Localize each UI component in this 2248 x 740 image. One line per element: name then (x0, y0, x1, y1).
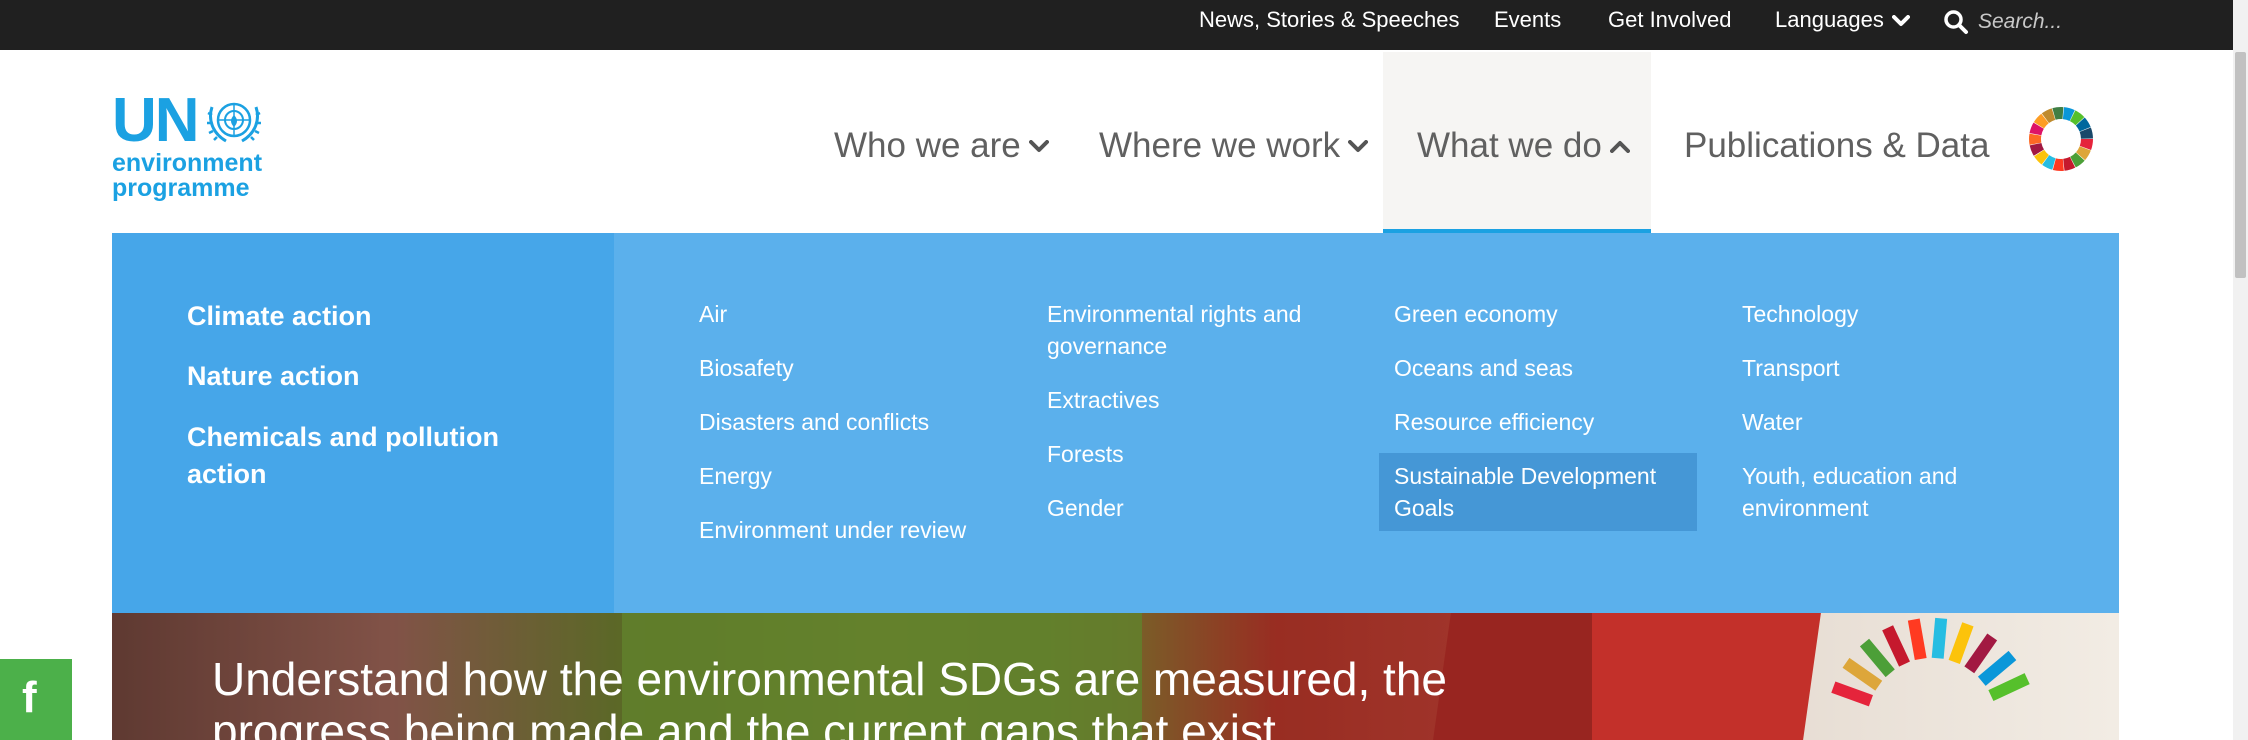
menu-link-youth-education[interactable]: Youth, education and environment (1742, 460, 2032, 524)
languages-dropdown[interactable]: Languages (1775, 0, 1910, 50)
menu-link-climate-action[interactable]: Climate action (187, 298, 527, 335)
page-scrollbar[interactable] (2233, 0, 2248, 740)
news-stories-speeches-link[interactable]: News, Stories & Speeches (1199, 0, 1459, 50)
menu-link-disasters-conflicts[interactable]: Disasters and conflicts (699, 406, 989, 438)
events-link[interactable]: Events (1494, 0, 1561, 50)
logo-wordmark-line1: environment (112, 149, 263, 177)
nav-where-we-work-label: Where we work (1099, 126, 1341, 165)
nav-what-we-do-label: What we do (1417, 126, 1602, 165)
menu-link-forests[interactable]: Forests (1047, 438, 1337, 470)
menu-link-oceans-seas[interactable]: Oceans and seas (1394, 352, 1684, 384)
utility-bar: News, Stories & Speeches Events Get Invo… (0, 0, 2248, 50)
menu-link-extractives[interactable]: Extractives (1047, 384, 1337, 416)
hero-image-sdg-fan (1831, 617, 2030, 707)
get-involved-link[interactable]: Get Involved (1608, 0, 1732, 50)
menu-link-resource-efficiency[interactable]: Resource efficiency (1394, 406, 1684, 438)
hero-banner: Understand how the environmental SDGs ar… (112, 613, 2119, 740)
menu-link-air[interactable]: Air (699, 298, 989, 330)
menu-link-environmental-rights[interactable]: Environmental rights and governance (1047, 298, 1337, 362)
languages-label: Languages (1775, 7, 1884, 32)
menu-link-technology[interactable]: Technology (1742, 298, 2032, 330)
logo-wordmark-line2: programme (112, 174, 250, 202)
menu-link-sustainable-development-goals[interactable]: Sustainable Development Goals (1394, 460, 1684, 524)
menu-link-energy[interactable]: Energy (699, 460, 989, 492)
chevron-up-icon (1609, 141, 1630, 154)
what-we-do-mega-menu: Climate action Nature action Chemicals a… (112, 233, 2119, 613)
facebook-icon: f (22, 673, 37, 722)
search-icon[interactable] (1943, 9, 1969, 35)
unep-logo[interactable]: UN environment programme (112, 90, 272, 204)
menu-link-water[interactable]: Water (1742, 406, 2032, 438)
facebook-share-button[interactable]: f (0, 659, 72, 740)
menu-link-biosafety[interactable]: Biosafety (699, 352, 989, 384)
nav-who-we-are-label: Who we are (834, 126, 1021, 165)
menu-link-nature-action[interactable]: Nature action (187, 358, 527, 395)
scrollbar-thumb[interactable] (2235, 52, 2246, 278)
menu-link-gender[interactable]: Gender (1047, 492, 1337, 524)
hero-headline: Understand how the environmental SDGs ar… (212, 653, 1447, 740)
chevron-down-icon (1348, 140, 1369, 153)
search-input[interactable] (1978, 6, 2088, 38)
menu-link-green-economy[interactable]: Green economy (1394, 298, 1684, 330)
logo-un-mark: UN (112, 86, 200, 155)
menu-link-environment-under-review[interactable]: Environment under review (699, 514, 989, 546)
nav-publications-data-label: Publications & Data (1684, 126, 1990, 165)
nav-where-we-work[interactable]: Where we work (1099, 52, 1369, 230)
nav-publications-data[interactable]: Publications & Data (1684, 52, 1989, 230)
un-emblem-icon (207, 102, 261, 143)
nav-who-we-are[interactable]: Who we are (834, 52, 1049, 230)
chevron-down-icon (1028, 140, 1049, 153)
menu-link-transport[interactable]: Transport (1742, 352, 2032, 384)
nav-what-we-do[interactable]: What we do (1417, 52, 1630, 230)
sdg-wheel-icon[interactable] (2028, 106, 2094, 172)
menu-link-chemicals-pollution-action[interactable]: Chemicals and pollution action (187, 419, 527, 493)
chevron-down-icon (1891, 15, 1910, 27)
